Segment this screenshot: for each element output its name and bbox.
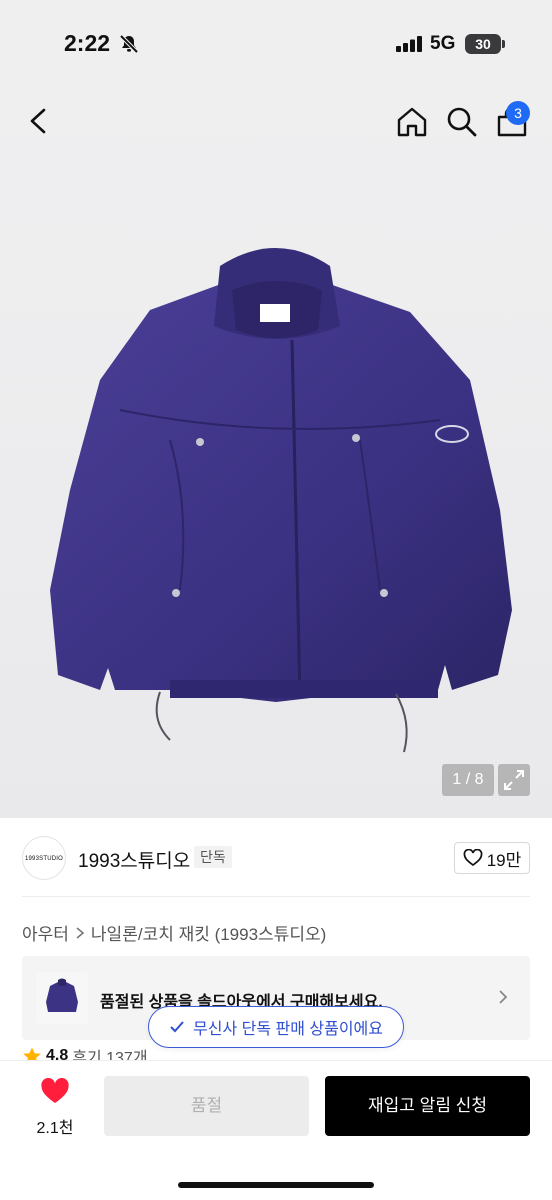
- cart-count-badge: 3: [506, 101, 530, 125]
- status-bar: 2:22 5G 30: [0, 0, 552, 90]
- breadcrumb-subcategory[interactable]: 나일론/코치 재킷 (1993스튜디오): [91, 920, 326, 945]
- search-icon[interactable]: [444, 104, 480, 140]
- check-icon: [170, 1021, 184, 1033]
- wishlist-count: 2.1천: [36, 1120, 74, 1137]
- product-thumbnail: [36, 972, 88, 1024]
- brand-name[interactable]: 1993스튜디오: [78, 846, 190, 873]
- battery-tip: [502, 40, 505, 48]
- product-photo-jacket: [50, 248, 512, 753]
- heart-outline-icon: [463, 849, 483, 867]
- toast-text: 무신사 단독 판매 상품이에요: [193, 1021, 383, 1038]
- status-time: 2:22: [64, 30, 111, 56]
- exclusive-toast: 무신사 단독 판매 상품이에요: [148, 1006, 404, 1048]
- cellular-signal-icon: [396, 36, 422, 52]
- home-indicator: [178, 1182, 374, 1188]
- brand-logo[interactable]: 1993STUDIO: [22, 836, 66, 880]
- image-pager: 1 / 8: [442, 764, 494, 796]
- restock-alert-button[interactable]: 재입고 알림 신청: [325, 1076, 530, 1136]
- wishlist-button[interactable]: 2.1천: [26, 1077, 84, 1138]
- brand-like-button[interactable]: 19만: [454, 842, 530, 874]
- heart-filled-icon: [41, 1077, 69, 1103]
- breadcrumb-category[interactable]: 아우터: [22, 920, 69, 945]
- soldout-button: 품절: [104, 1076, 309, 1136]
- breadcrumb: 아우터 나일론/코치 재킷 (1993스튜디오): [22, 920, 326, 945]
- network-type: 5G: [430, 33, 456, 54]
- product-image-gallery[interactable]: [0, 90, 552, 818]
- exclusive-badge: 단독: [194, 846, 232, 868]
- brand-like-count: 19만: [486, 850, 522, 870]
- expand-icon[interactable]: [498, 764, 530, 796]
- silent-bell-icon: [119, 34, 139, 54]
- battery-indicator: 30: [465, 34, 501, 54]
- back-arrow-icon[interactable]: [22, 104, 56, 138]
- home-icon[interactable]: [394, 104, 430, 140]
- chevron-right-icon: [76, 926, 85, 939]
- chevron-right-icon: [499, 990, 508, 1004]
- divider: [22, 896, 530, 897]
